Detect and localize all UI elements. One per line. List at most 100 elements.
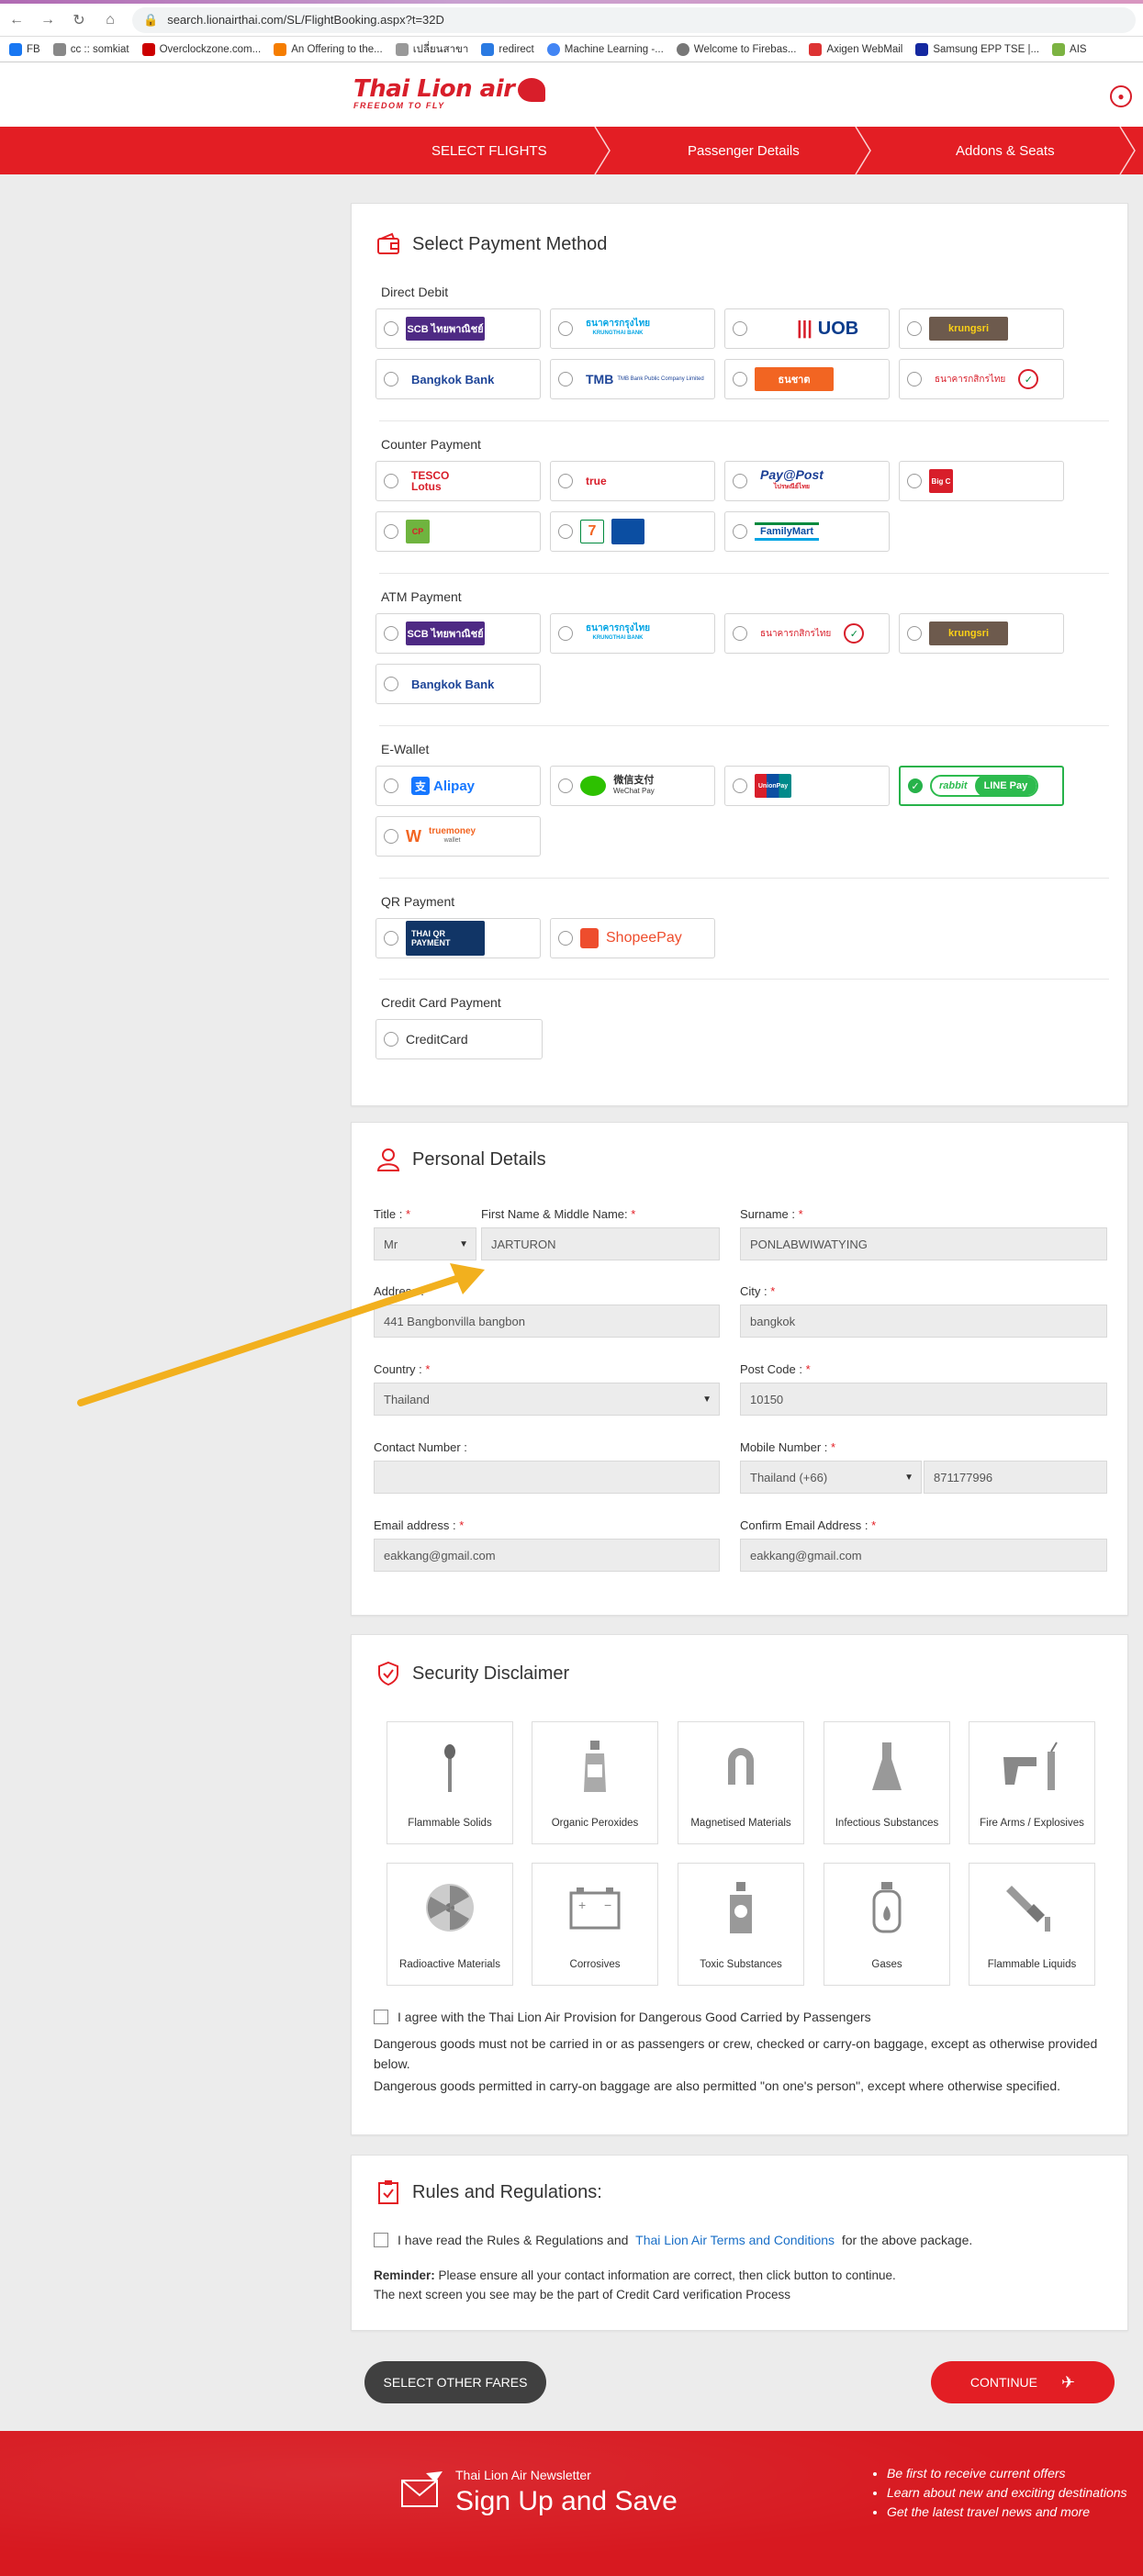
radio-button[interactable]	[558, 372, 573, 386]
step-addons-seats[interactable]: Addons & Seats	[956, 127, 1055, 174]
payment-option-tmb[interactable]: TMB TMB Bank Public Company Limited	[550, 359, 715, 399]
payment-option-ktb[interactable]: ธนาคารกรุงไทย KRUNGTHAI BANK	[550, 308, 715, 349]
mobile-number-input[interactable]: 871177996	[924, 1461, 1107, 1494]
bookmark-item[interactable]: An Offering to the...	[274, 42, 383, 56]
confirm-email-input[interactable]: eakkang@gmail.com	[740, 1539, 1107, 1572]
reload-icon[interactable]: ↻	[70, 11, 88, 29]
radio-button-selected[interactable]: ✓	[908, 778, 923, 793]
radio-button[interactable]	[733, 524, 747, 539]
payment-option-truemoney[interactable]: Wtruemoney wallet	[375, 816, 541, 857]
user-lock-icon[interactable]: ●	[1110, 85, 1132, 107]
step-passenger-details[interactable]: Passenger Details	[688, 127, 800, 174]
radio-button[interactable]	[384, 1032, 398, 1047]
payment-option-seven-eleven[interactable]: 7	[550, 511, 715, 552]
radio-button[interactable]	[384, 321, 398, 336]
country-select[interactable]: Thailand ▼	[374, 1383, 720, 1416]
payment-option-atm-bangkok-bank[interactable]: Bangkok Bank	[375, 664, 541, 704]
radio-button[interactable]	[384, 524, 398, 539]
bookmark-item[interactable]: Axigen WebMail	[809, 42, 902, 56]
payment-option-unionpay[interactable]: UnionPay	[724, 766, 890, 806]
rules-read-checkbox[interactable]	[374, 2233, 388, 2247]
first-name-input[interactable]: JARTURON	[481, 1227, 720, 1260]
payment-option-pay-at-post[interactable]: Pay@Post ไปรษณีย์ไทย	[724, 461, 890, 501]
home-icon[interactable]: ⌂	[101, 11, 119, 29]
bookmark-item[interactable]: Welcome to Firebas...	[676, 42, 796, 56]
radio-button[interactable]	[733, 626, 747, 641]
dangerous-goods-agree-checkbox[interactable]	[374, 2010, 388, 2024]
payment-option-atm-scb[interactable]: SCB ไทยพาณิชย์	[375, 613, 541, 654]
bookmark-item[interactable]: redirect	[481, 42, 534, 56]
city-input[interactable]: bangkok	[740, 1305, 1107, 1338]
payment-option-wechat[interactable]: 微信支付 WeChat Pay	[550, 766, 715, 806]
radio-button[interactable]	[558, 931, 573, 946]
post-code-input[interactable]: 10150	[740, 1383, 1107, 1416]
radio-button[interactable]	[733, 321, 747, 336]
bookmark-item[interactable]: เปลี่ยนสาขา	[395, 41, 468, 58]
radio-button[interactable]	[384, 474, 398, 488]
radio-button[interactable]	[733, 474, 747, 488]
forward-icon[interactable]: →	[39, 11, 57, 29]
radio-button[interactable]	[907, 372, 922, 386]
radio-button[interactable]	[384, 626, 398, 641]
payment-option-true[interactable]: true	[550, 461, 715, 501]
bookmark-item[interactable]: cc :: somkiat	[52, 42, 129, 56]
radio-button[interactable]	[384, 778, 398, 793]
radio-button[interactable]	[558, 626, 573, 641]
payment-option-atm-ktb[interactable]: ธนาคารกรุงไทย KRUNGTHAI BANK	[550, 613, 715, 654]
radio-button[interactable]	[558, 474, 573, 488]
label-surname: Surname : *	[740, 1207, 803, 1221]
payment-option-credit-card[interactable]: CreditCard	[375, 1019, 543, 1059]
address-bar[interactable]: 🔒 search.lionairthai.com/SL/FlightBookin…	[132, 6, 1136, 33]
radio-button[interactable]	[558, 321, 573, 336]
radio-button[interactable]	[384, 829, 398, 844]
bookmark-item[interactable]: AIS	[1052, 42, 1087, 56]
payment-option-bigc[interactable]: Big C	[899, 461, 1064, 501]
payment-option-kbank[interactable]: ธนาคารกสิกรไทย ✓	[899, 359, 1064, 399]
surname-input[interactable]: PONLABWIWATYING	[740, 1227, 1107, 1260]
select-other-fares-button[interactable]: SELECT OTHER FARES	[364, 2361, 546, 2403]
payment-option-alipay[interactable]: 支 Alipay	[375, 766, 541, 806]
radio-button[interactable]	[907, 474, 922, 488]
radio-button[interactable]	[907, 626, 922, 641]
list-item: Get the latest travel news and more	[887, 2503, 1127, 2522]
bookmark-item[interactable]: Machine Learning -...	[546, 42, 664, 56]
payment-option-bangkok-bank[interactable]: Bangkok Bank	[375, 359, 541, 399]
step-select-flights[interactable]: SELECT FLIGHTS	[431, 127, 547, 174]
terms-conditions-link[interactable]: Thai Lion Air Terms and Conditions	[635, 2233, 835, 2247]
radio-button[interactable]	[384, 677, 398, 691]
bookmark-item[interactable]: Samsung EPP TSE |...	[915, 42, 1039, 56]
address-input[interactable]: 441 Bangbonvilla bangbon	[374, 1305, 720, 1338]
payment-option-thanachart[interactable]: ธนชาต	[724, 359, 890, 399]
back-icon[interactable]: ←	[7, 11, 26, 29]
title-select[interactable]: Mr ▼	[374, 1227, 476, 1260]
payment-option-tesco[interactable]: TESCO Lotus	[375, 461, 541, 501]
mobile-country-select[interactable]: Thailand (+66) ▼	[740, 1461, 922, 1494]
payment-option-atm-krungsri[interactable]: krungsri	[899, 613, 1064, 654]
shield-check-icon	[378, 1661, 398, 1686]
payment-option-familymart[interactable]: FamilyMart	[724, 511, 890, 552]
thai-lion-air-logo[interactable]: Thai Lion air FREEDOM TO FLY	[353, 75, 546, 110]
payment-option-atm-kbank[interactable]: ธนาคารกสิกรไทย ✓	[724, 613, 890, 654]
payment-option-scb[interactable]: SCB ไทยพาณิชย์	[375, 308, 541, 349]
payment-option-cp[interactable]: CP	[375, 511, 541, 552]
contact-number-input[interactable]	[374, 1461, 720, 1494]
radio-button[interactable]	[384, 372, 398, 386]
radio-button[interactable]	[907, 321, 922, 336]
payment-option-shopeepay[interactable]: ShopeePay	[550, 918, 715, 958]
payment-option-rabbit-linepay[interactable]: ✓ rabbit LINE Pay	[899, 766, 1064, 806]
radio-button[interactable]	[384, 931, 398, 946]
bookmark-item[interactable]: Overclockzone.com...	[141, 42, 261, 56]
radio-button[interactable]	[558, 524, 573, 539]
globe-icon	[676, 42, 689, 56]
payment-option-thai-qr[interactable]: THAI QR PAYMENT	[375, 918, 541, 958]
radio-button[interactable]	[733, 778, 747, 793]
payment-option-uob[interactable]: ||| UOB	[724, 308, 890, 349]
payment-option-krungsri[interactable]: krungsri	[899, 308, 1064, 349]
continue-button[interactable]: CONTINUE ✈	[931, 2361, 1115, 2403]
radio-button[interactable]	[558, 778, 573, 793]
bookmark-item[interactable]: FB	[9, 42, 40, 56]
radio-button[interactable]	[733, 372, 747, 386]
personal-details-card: Personal Details Title : * Mr ▼ First Nam…	[351, 1122, 1128, 1616]
email-input[interactable]: eakkang@gmail.com	[374, 1539, 720, 1572]
sign-up-heading[interactable]: Sign Up and Save	[455, 2486, 678, 2517]
